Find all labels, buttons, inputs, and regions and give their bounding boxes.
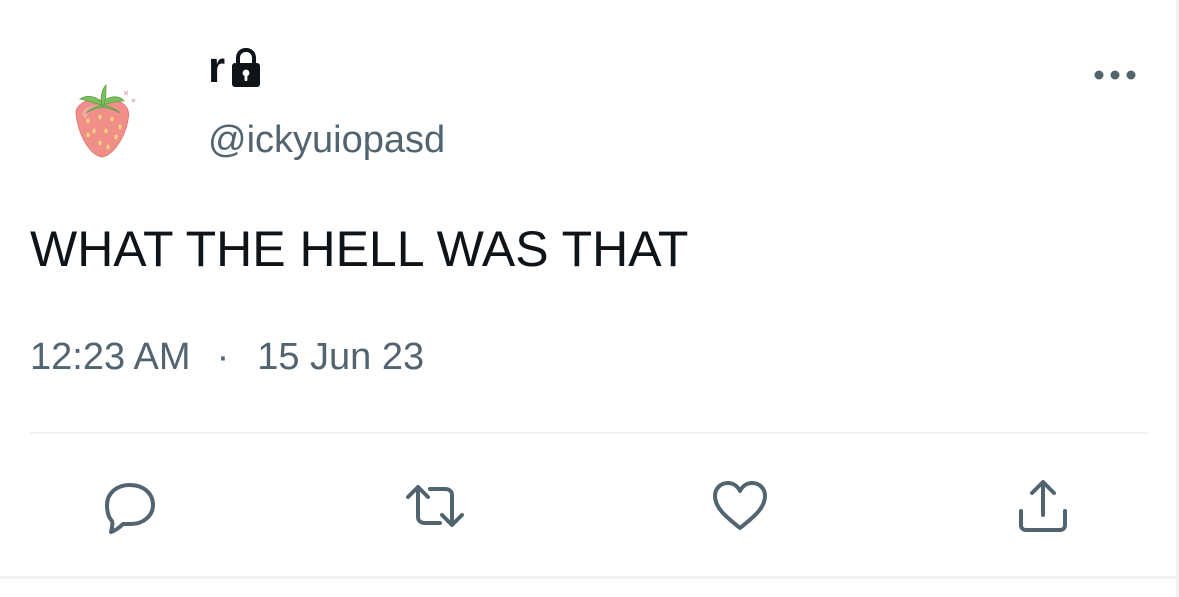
tweet-date[interactable]: 15 Jun 23: [257, 334, 424, 380]
divider: [30, 432, 1148, 434]
bottom-divider: [0, 576, 1179, 579]
more-icon: [1094, 70, 1136, 80]
retweet-icon: [406, 485, 464, 527]
heart-icon: [713, 481, 767, 530]
reply-button[interactable]: [94, 470, 166, 542]
tweet-text: WHAT THE HELL WAS THAT: [30, 221, 689, 277]
more-options-button[interactable]: [1090, 60, 1140, 90]
tweet-time[interactable]: 12:23 AM: [30, 334, 191, 380]
retweet-button[interactable]: [399, 470, 471, 542]
lock-icon: [229, 46, 263, 90]
author-handle[interactable]: @ickyuiopasd: [208, 116, 445, 164]
share-icon: [1019, 480, 1067, 532]
display-name[interactable]: r: [208, 44, 225, 92]
action-bar: [0, 470, 1179, 542]
tweet-metadata: 12:23 AM · 15 Jun 23: [30, 334, 424, 380]
tweet-card: r @ickyuiopasd WHAT THE HELL WAS THAT 12…: [0, 0, 1179, 597]
reply-icon: [105, 483, 155, 534]
like-button[interactable]: [704, 470, 776, 542]
author-name-row[interactable]: r: [208, 44, 263, 92]
meta-separator: ·: [216, 336, 230, 378]
strawberry-icon: [75, 84, 136, 158]
share-button[interactable]: [1007, 470, 1079, 542]
avatar[interactable]: [62, 75, 144, 165]
